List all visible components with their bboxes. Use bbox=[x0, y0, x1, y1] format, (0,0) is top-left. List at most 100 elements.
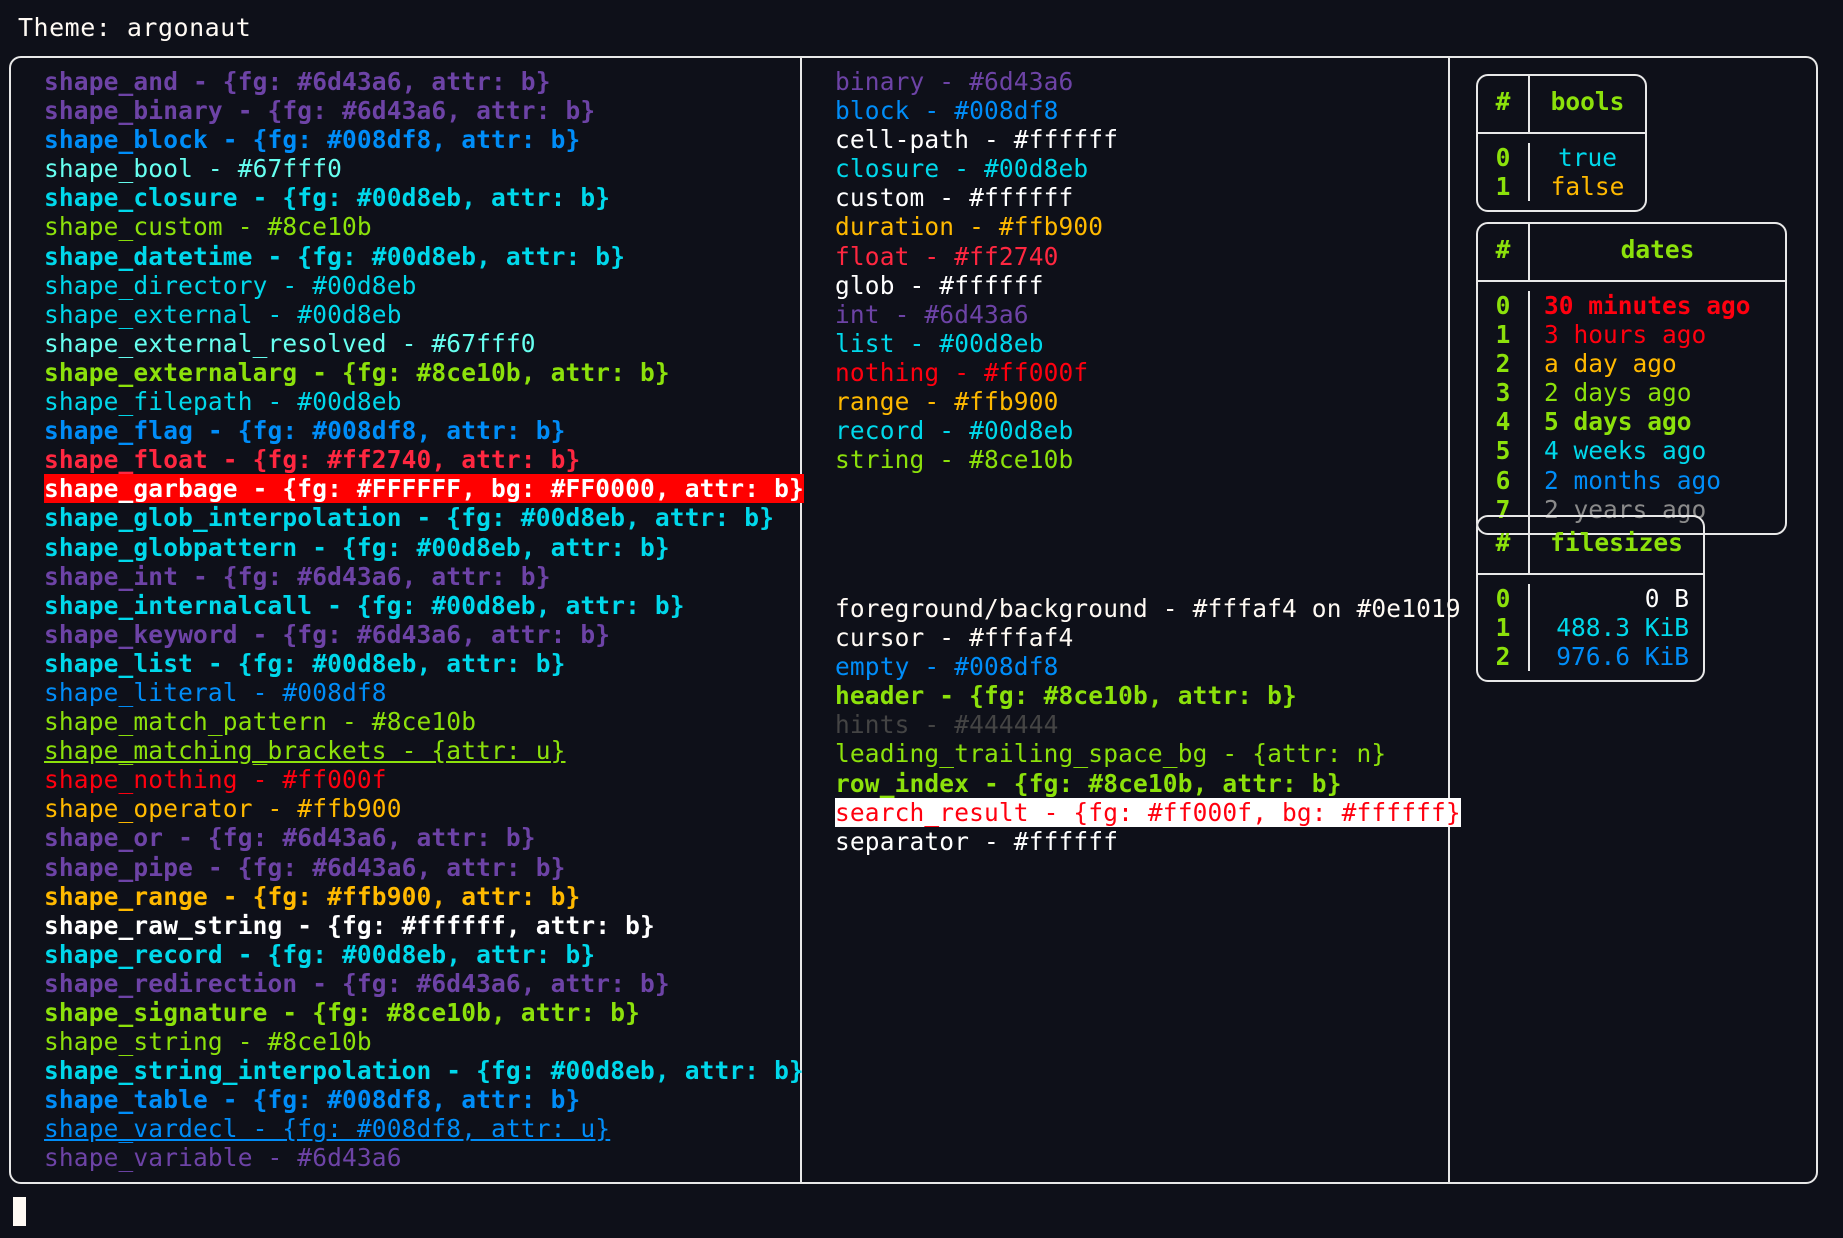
type-row: glob - #ffffff bbox=[835, 271, 1118, 300]
shape-line: shape_table - {fg: #008df8, attr: b} bbox=[44, 1085, 581, 1115]
shape-row: shape_external_resolved - #67fff0 bbox=[44, 329, 804, 358]
shape-row: shape_filepath - #00d8eb bbox=[44, 387, 804, 416]
ui-element-row: header - {fg: #8ce10b, attr: b} bbox=[835, 681, 1461, 710]
ui-element-line: empty - #008df8 bbox=[835, 652, 1059, 682]
type-row: string - #8ce10b bbox=[835, 445, 1118, 474]
type-row: block - #008df8 bbox=[835, 96, 1118, 125]
type-line: nothing - #ff000f bbox=[835, 357, 1089, 387]
type-row: custom - #ffffff bbox=[835, 183, 1118, 212]
type-line: list - #00d8eb bbox=[835, 328, 1044, 358]
shape-line: shape_flag - {fg: #008df8, attr: b} bbox=[44, 416, 566, 446]
dates-column-header: dates bbox=[1620, 235, 1695, 264]
shape-line: shape_filepath - #00d8eb bbox=[44, 387, 402, 417]
shape-row: shape_and - {fg: #6d43a6, attr: b} bbox=[44, 67, 804, 96]
shape-line: shape_internalcall - {fg: #00d8eb, attr:… bbox=[44, 590, 685, 620]
shape-row: shape_literal - #008df8 bbox=[44, 678, 804, 707]
type-line: float - #ff2740 bbox=[835, 241, 1059, 271]
shape-line: shape_directory - #00d8eb bbox=[44, 270, 417, 300]
shape-row: shape_binary - {fg: #6d43a6, attr: b} bbox=[44, 96, 804, 125]
theme-title: Theme: argonaut bbox=[18, 13, 252, 42]
table-row: 5 4 weeks ago bbox=[1478, 436, 1785, 466]
filesizes-table: # filesizes 0 0 B 1 488.3 KiB 2 976.6 KiB bbox=[1476, 515, 1705, 683]
shape-row: shape_glob_interpolation - {fg: #00d8eb,… bbox=[44, 503, 804, 532]
shape-row: shape_int - {fg: #6d43a6, attr: b} bbox=[44, 562, 804, 591]
shape-row: shape_operator - #ffb900 bbox=[44, 794, 804, 823]
dates-table: # dates 0 30 minutes ago 1 3 hours ago 2 a day … bbox=[1476, 222, 1787, 535]
dates-table-body: 0 30 minutes ago 1 3 hours ago 2 a day ago 3 2 … bbox=[1478, 282, 1785, 533]
shape-row: shape_flag - {fg: #008df8, attr: b} bbox=[44, 416, 804, 445]
ui-element-row: hints - #444444 bbox=[835, 710, 1461, 739]
shape-row: shape_table - {fg: #008df8, attr: b} bbox=[44, 1085, 804, 1114]
table-row: 6 2 months ago bbox=[1478, 465, 1785, 495]
value-cell: 976.6 KiB bbox=[1556, 642, 1689, 672]
shape-line: shape_signature - {fg: #8ce10b, attr: b} bbox=[44, 998, 641, 1027]
shape-line: shape_vardecl - {fg: #008df8, attr: u} bbox=[44, 1114, 611, 1144]
value-cell: a day ago bbox=[1544, 349, 1677, 379]
shape-row: shape_raw_string - {fg: #ffffff, attr: b… bbox=[44, 911, 804, 940]
types-list: binary - #6d43a6 block - #008df8 cell-path… bbox=[835, 67, 1118, 474]
shape-row: shape_redirection - {fg: #6d43a6, attr: … bbox=[44, 969, 804, 998]
shape-row: shape_pipe - {fg: #6d43a6, attr: b} bbox=[44, 853, 804, 882]
filesizes-table-header: # filesizes bbox=[1478, 517, 1703, 575]
type-line: cell-path - #ffffff bbox=[835, 125, 1119, 155]
row-index-cell: 2 bbox=[1478, 349, 1530, 379]
shape-line: shape_range - {fg: #ffb900, attr: b} bbox=[44, 881, 581, 911]
shape-row: shape_string - #8ce10b bbox=[44, 1027, 804, 1056]
value-cell: 3 hours ago bbox=[1544, 320, 1707, 350]
shape-row: shape_nothing - #ff000f bbox=[44, 765, 804, 794]
value-cell: 2 days ago bbox=[1544, 378, 1692, 408]
ui-element-line: row_index - {fg: #8ce10b, attr: b} bbox=[835, 768, 1342, 798]
samples-column: # bools 0 true 1 false # dates 0 30 minutes ago 1… bbox=[1450, 58, 1816, 1182]
row-index-cell: 1 bbox=[1478, 613, 1530, 643]
shape-row: shape_directory - #00d8eb bbox=[44, 271, 804, 300]
shape-line: shape_datetime - {fg: #00d8eb, attr: b} bbox=[44, 241, 626, 271]
filesizes-table-body: 0 0 B 1 488.3 KiB 2 976.6 KiB bbox=[1478, 575, 1703, 680]
ui-element-line: search_result - {fg: #ff000f, bg: #fffff… bbox=[835, 797, 1461, 827]
table-row: 2 a day ago bbox=[1478, 349, 1785, 379]
type-line: binary - #6d43a6 bbox=[835, 67, 1074, 96]
shape-line: shape_literal - #008df8 bbox=[44, 677, 387, 707]
shape-line: shape_operator - #ffb900 bbox=[44, 794, 402, 824]
row-index-cell: 1 bbox=[1478, 172, 1530, 202]
row-index-cell: 1 bbox=[1478, 320, 1530, 350]
shape-line: shape_or - {fg: #6d43a6, attr: b} bbox=[44, 823, 536, 853]
table-row: 0 0 B bbox=[1478, 584, 1703, 614]
shape-row: shape_bool - #67fff0 bbox=[44, 154, 804, 183]
table-row: 3 2 days ago bbox=[1478, 378, 1785, 408]
type-row: list - #00d8eb bbox=[835, 329, 1118, 358]
ui-element-line: header - {fg: #8ce10b, attr: b} bbox=[835, 681, 1297, 711]
value-cell: 0 B bbox=[1644, 584, 1689, 613]
ui-element-row: empty - #008df8 bbox=[835, 652, 1461, 681]
types-column: binary - #6d43a6 block - #008df8 cell-path… bbox=[802, 58, 1461, 1182]
row-index-cell: 0 bbox=[1478, 143, 1530, 173]
shape-row: shape_match_pattern - #8ce10b bbox=[44, 707, 804, 736]
type-row: float - #ff2740 bbox=[835, 242, 1118, 271]
shape-line: shape_external_resolved - #67fff0 bbox=[44, 328, 536, 358]
type-line: duration - #ffb900 bbox=[835, 212, 1104, 242]
ui-element-row: search_result - {fg: #ff000f, bg: #fffff… bbox=[835, 797, 1461, 827]
shape-line: shape_bool - #67fff0 bbox=[44, 154, 343, 184]
row-index-cell: 5 bbox=[1478, 436, 1530, 466]
shape-line: shape_globpattern - {fg: #00d8eb, attr: … bbox=[44, 532, 670, 562]
filesizes-column-header: # bbox=[1478, 517, 1530, 573]
shape-line: shape_match_pattern - #8ce10b bbox=[44, 707, 477, 737]
shape-line: shape_garbage - {fg: #FFFFFF, bg: #FF000… bbox=[44, 474, 804, 504]
table-row: 2 976.6 KiB bbox=[1478, 642, 1703, 672]
type-row: range - #ffb900 bbox=[835, 387, 1118, 416]
shape-row: shape_float - {fg: #ff2740, attr: b} bbox=[44, 445, 804, 474]
value-cell: 2 months ago bbox=[1544, 465, 1722, 495]
type-line: range - #ffb900 bbox=[835, 387, 1059, 417]
type-line: record - #00d8eb bbox=[835, 416, 1074, 446]
bools-table: # bools 0 true 1 false bbox=[1476, 74, 1647, 213]
ui-element-line: cursor - #fffaf4 bbox=[835, 623, 1074, 653]
theme-preview-panel: shape_and - {fg: #6d43a6, attr: b} shape_… bbox=[9, 56, 1818, 1184]
shape-row: shape_custom - #8ce10b bbox=[44, 212, 804, 241]
shape-line: shape_pipe - {fg: #6d43a6, attr: b} bbox=[44, 852, 566, 882]
shape-row: shape_external - #00d8eb bbox=[44, 300, 804, 329]
shape-line: shape_matching_brackets - {attr: u} bbox=[44, 736, 566, 766]
type-row: int - #6d43a6 bbox=[835, 300, 1118, 329]
type-row: nothing - #ff000f bbox=[835, 358, 1118, 387]
shapes-column: shape_and - {fg: #6d43a6, attr: b} shape_… bbox=[11, 58, 804, 1182]
type-line: closure - #00d8eb bbox=[835, 154, 1089, 184]
shape-row: shape_or - {fg: #6d43a6, attr: b} bbox=[44, 823, 804, 852]
